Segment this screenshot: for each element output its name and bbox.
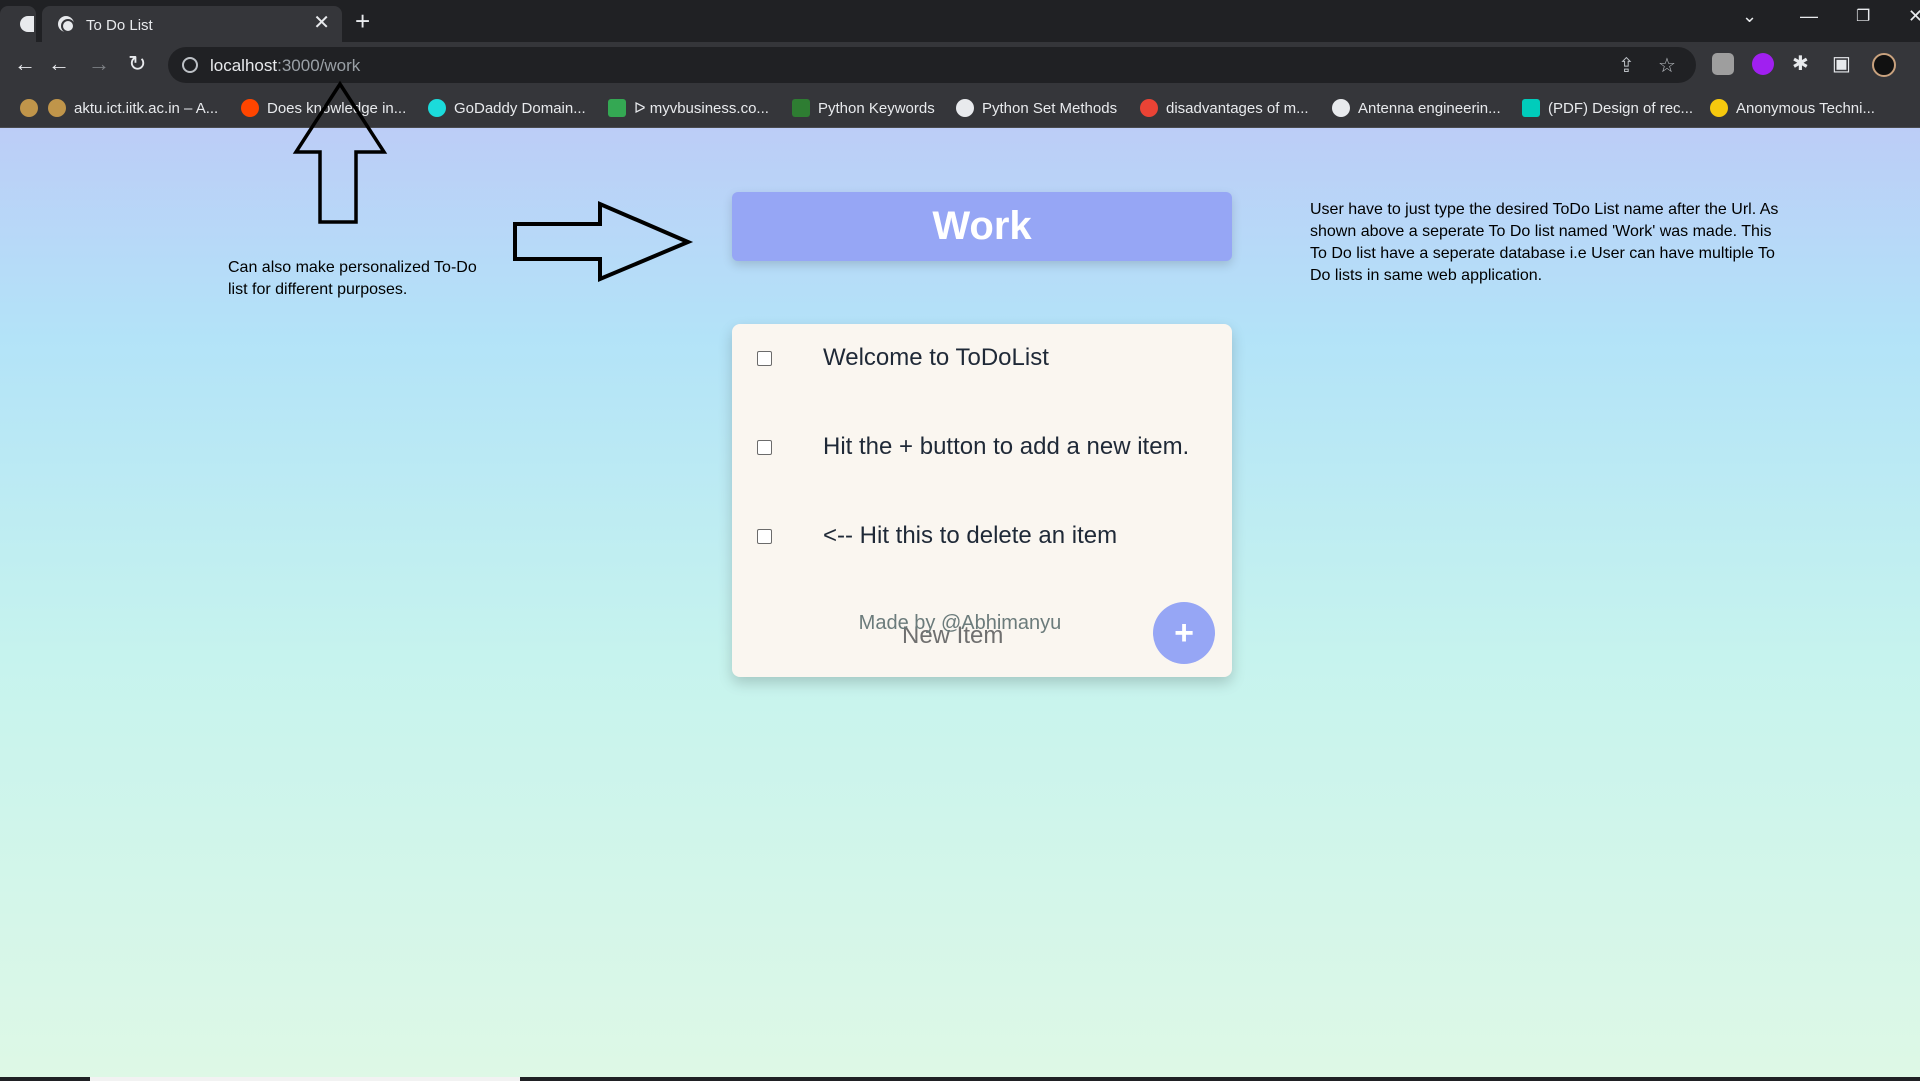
bookmarks-bar: aktu.ict.iitk.ac.in – A... Does knowledg… <box>0 88 1920 128</box>
url-host: localhost <box>210 56 278 75</box>
address-bar[interactable]: localhost:3000/work ⇪ ☆ <box>168 47 1696 83</box>
bookmark-label: Python Keywords <box>818 99 935 117</box>
bookmark-item[interactable]: (PDF) Design of rec... <box>1522 99 1693 117</box>
bookmark-item[interactable]: Python Keywords <box>792 99 935 117</box>
delete-checkbox[interactable] <box>757 351 772 366</box>
close-tab-icon[interactable]: ✕ <box>313 13 330 33</box>
minimize-icon[interactable]: — <box>1800 6 1818 27</box>
list-title: Work <box>932 204 1032 248</box>
new-tab-icon[interactable]: + <box>355 8 370 34</box>
bookmark-item[interactable]: Python Set Methods <box>956 99 1117 117</box>
bookmark-label: (PDF) Design of rec... <box>1548 99 1694 117</box>
delete-checkbox[interactable] <box>757 440 772 455</box>
bookmark-item[interactable]: aktu.ict.iitk.ac.in – A... <box>48 99 218 117</box>
globe-icon <box>58 16 75 33</box>
globe-icon <box>1332 99 1350 117</box>
todo-item: Hit the + button to add a new item. <box>732 417 1232 477</box>
close-window-icon[interactable]: ✕ <box>1908 6 1920 27</box>
list-title-box: Work <box>732 192 1232 261</box>
bookmark-item[interactable]: Antenna engineerin... <box>1332 99 1501 117</box>
up-arrow-annotation-icon <box>292 80 388 224</box>
tab-strip: To Do List ✕ + ⌄ — ❐ ✕ <box>0 0 1920 42</box>
bookmark-label: aktu.ict.iitk.ac.in – A... <box>74 99 219 117</box>
tab-favicon-icon <box>20 16 34 32</box>
taskbar-highlight <box>90 1077 520 1081</box>
godaddy-icon <box>428 99 446 117</box>
bookmark-item[interactable]: GoDaddy Domain... <box>428 99 586 117</box>
page-content: Work Welcome to ToDoList Hit the + butto… <box>0 128 1920 1081</box>
taskbar-edge <box>0 1077 1920 1081</box>
right-annotation: User have to just type the desired ToDo … <box>1310 201 1779 284</box>
myvbusiness-icon <box>608 99 626 117</box>
reddit-icon <box>241 99 259 117</box>
bookmark-item[interactable]: disadvantages of m... <box>1140 99 1309 117</box>
tab-title: To Do List <box>86 17 153 34</box>
bookmark-label: Python Set Methods <box>982 99 1118 117</box>
reload-icon[interactable]: ↻ <box>128 51 146 77</box>
back-icon[interactable]: ← <box>48 51 70 77</box>
researchgate-icon <box>1522 99 1540 117</box>
active-tab[interactable]: To Do List ✕ <box>42 6 342 42</box>
bookmark-label: disadvantages of m... <box>1166 99 1309 117</box>
todo-item: <-- Hit this to delete an item <box>732 506 1232 566</box>
left-annotation: Can also make personalized To-Do list fo… <box>228 259 477 298</box>
bookmark-label: GoDaddy Domain... <box>454 99 586 117</box>
bookmark-overflow-icon[interactable] <box>20 99 38 117</box>
bookmark-label: ᐅ myvbusiness.co... <box>634 100 769 117</box>
restore-icon[interactable]: ❐ <box>1856 6 1870 26</box>
browser-toolbar: ← ← → ↻ localhost:3000/work ⇪ ☆ ✱ ▣ <box>0 42 1920 88</box>
delete-checkbox[interactable] <box>757 529 772 544</box>
tab-search-chevron-icon[interactable]: ⌄ <box>1742 6 1757 27</box>
right-arrow-annotation-icon <box>513 200 694 283</box>
bookmark-favicon-icon <box>48 99 66 117</box>
bookmark-star-icon[interactable]: ☆ <box>1658 53 1676 78</box>
bookmark-item[interactable]: Anonymous Techni... <box>1710 99 1875 117</box>
extension-icon[interactable] <box>1712 53 1734 75</box>
todo-item-text: <-- Hit this to delete an item <box>823 522 1118 549</box>
footer-credit: Made by @Abhimanyu <box>858 612 1062 634</box>
google-icon <box>1140 99 1158 117</box>
previous-tab[interactable] <box>0 6 36 42</box>
bookmark-label: Antenna engineerin... <box>1358 99 1501 117</box>
forward-icon[interactable]: → <box>88 51 110 77</box>
globe-icon <box>956 99 974 117</box>
url-text[interactable]: localhost:3000/work <box>210 56 360 76</box>
site-info-icon[interactable] <box>182 57 198 73</box>
share-icon[interactable]: ⇪ <box>1618 53 1635 78</box>
extension-purple-icon[interactable] <box>1752 53 1774 75</box>
profile-avatar[interactable] <box>1872 53 1896 77</box>
bookmark-label: Anonymous Techni... <box>1736 99 1875 117</box>
puzzle-icon[interactable]: ✱ <box>1792 51 1809 77</box>
side-panel-icon[interactable]: ▣ <box>1832 51 1851 77</box>
anonymous-icon <box>1710 99 1728 117</box>
todo-item-text: Welcome to ToDoList <box>823 344 1049 371</box>
todo-item: Welcome to ToDoList <box>732 328 1232 388</box>
todo-item-text: Hit the + button to add a new item. <box>823 433 1190 460</box>
url-path: :3000/work <box>277 56 361 75</box>
python-keywords-icon <box>792 99 810 117</box>
bookmark-item[interactable]: ᐅ myvbusiness.co... <box>608 99 769 117</box>
sidebar-back-icon[interactable]: ← <box>14 51 36 77</box>
